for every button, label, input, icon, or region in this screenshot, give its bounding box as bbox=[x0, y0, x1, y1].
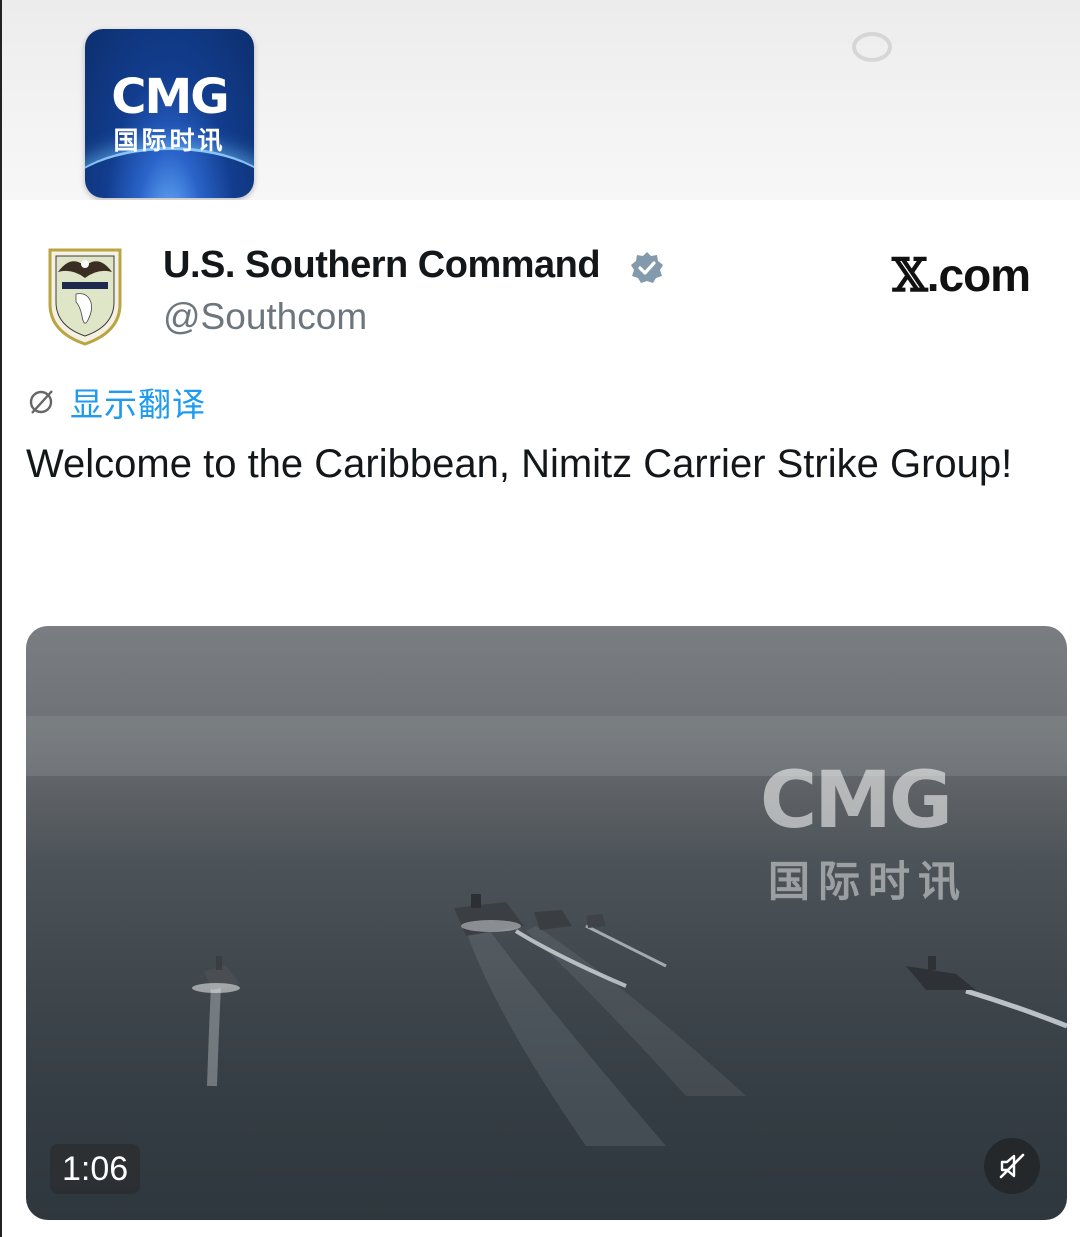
video-watermark-sub: 国际时讯 bbox=[768, 857, 969, 906]
tweet-text: Welcome to the Caribbean, Nimitz Carrier… bbox=[26, 442, 1013, 486]
source-site-suffix: .com bbox=[926, 249, 1031, 301]
cmg-logo: CMG 国际时讯 bbox=[85, 29, 254, 198]
video-watermark-brand: CMG bbox=[760, 756, 953, 846]
show-translation-link[interactable]: 显示翻译 bbox=[70, 378, 206, 426]
video-duration-badge: 1:06 bbox=[50, 1144, 141, 1194]
weibo-watermark-icon bbox=[852, 30, 972, 70]
video-player[interactable]: CMG 国际时讯 1:06 bbox=[26, 626, 1067, 1220]
tweet-card: U.S. Southern Command @Southcom 𝕏.com 显示… bbox=[0, 200, 1080, 1237]
x-logo-icon: 𝕏 bbox=[892, 248, 928, 302]
verified-badge-icon bbox=[631, 252, 663, 283]
mute-toggle-button[interactable] bbox=[984, 1138, 1040, 1194]
globe-icon bbox=[29, 390, 53, 414]
muted-speaker-icon bbox=[999, 1153, 1025, 1179]
logo-brand-text: CMG bbox=[111, 69, 229, 125]
top-banner: CMG 国际时讯 bbox=[0, 0, 1080, 200]
video-frame bbox=[26, 716, 1067, 1146]
display-name[interactable]: U.S. Southern Command bbox=[163, 244, 601, 287]
user-handle[interactable]: @Southcom bbox=[163, 296, 367, 338]
avatar[interactable] bbox=[46, 244, 124, 346]
logo-sub-text: 国际时讯 bbox=[113, 126, 226, 155]
source-site-label: 𝕏.com bbox=[892, 248, 1031, 302]
translate-row[interactable]: 显示翻译 bbox=[26, 382, 206, 423]
